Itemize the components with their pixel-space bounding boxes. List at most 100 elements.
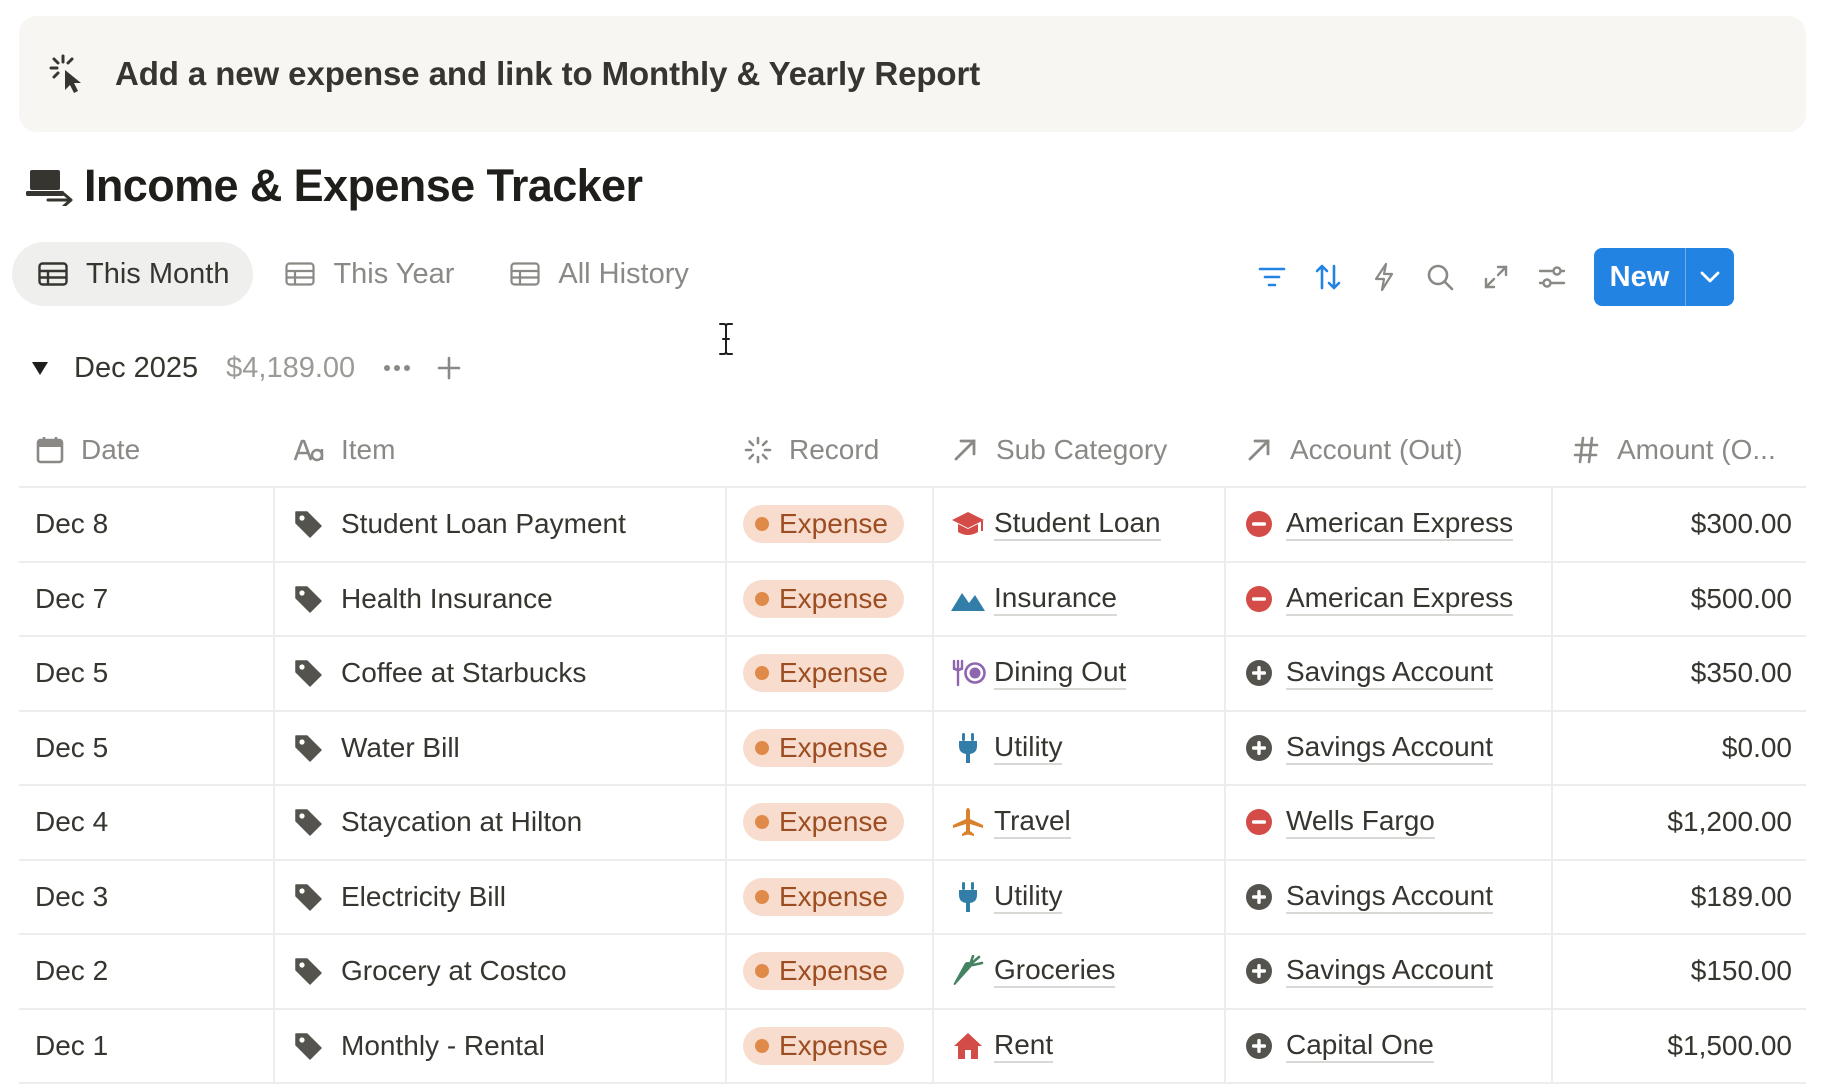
- date-cell[interactable]: Dec 5: [19, 711, 275, 784]
- amount-cell[interactable]: $500.00: [1553, 563, 1806, 636]
- date-cell[interactable]: Dec 7: [19, 562, 275, 635]
- lightning-icon[interactable]: [1356, 249, 1412, 305]
- sub-category-cell[interactable]: Rent: [934, 1009, 1226, 1082]
- account-cell[interactable]: Savings Account: [1226, 711, 1553, 784]
- account-link[interactable]: Savings Account: [1286, 880, 1494, 914]
- table-row[interactable]: Dec 3 Electricity Bill Expense Utility S…: [19, 860, 1806, 935]
- sub-category-link[interactable]: Student Loan: [994, 507, 1161, 542]
- amount-cell[interactable]: $350.00: [1553, 637, 1806, 710]
- item-cell[interactable]: Coffee at Starbucks: [275, 637, 727, 710]
- amount-cell[interactable]: $1,200.00: [1553, 786, 1806, 859]
- date-cell[interactable]: Dec 1: [19, 1009, 275, 1082]
- status-dot: [755, 889, 769, 904]
- account-link[interactable]: Savings Account: [1286, 731, 1494, 765]
- account-cell[interactable]: Capital One: [1226, 1009, 1553, 1082]
- date-cell[interactable]: Dec 5: [19, 637, 275, 710]
- column-header-item[interactable]: Item: [275, 414, 727, 486]
- account-link[interactable]: Savings Account: [1286, 656, 1494, 691]
- amount-cell[interactable]: $300.00: [1553, 488, 1806, 561]
- filter-icon[interactable]: [1244, 249, 1300, 305]
- column-header-record[interactable]: Record: [727, 414, 934, 486]
- table-row[interactable]: Dec 8 Student Loan Payment Expense Stude…: [19, 488, 1806, 563]
- tab-this-month[interactable]: This Month: [12, 242, 254, 306]
- more-options-icon[interactable]: [381, 352, 413, 384]
- column-header-sub-category[interactable]: Sub Category: [934, 414, 1226, 486]
- sub-category-cell[interactable]: Groceries: [934, 935, 1226, 1008]
- callout-banner[interactable]: Add a new expense and link to Monthly & …: [19, 16, 1806, 132]
- table-row[interactable]: Dec 5 Coffee at Starbucks Expense Dining…: [19, 637, 1806, 712]
- sub-category-link[interactable]: Utility: [994, 880, 1063, 914]
- account-link[interactable]: American Express: [1286, 507, 1514, 542]
- record-cell[interactable]: Expense: [727, 935, 934, 1008]
- account-cell[interactable]: American Express: [1226, 562, 1553, 635]
- sub-category-cell[interactable]: Student Loan: [934, 488, 1226, 561]
- amount-cell[interactable]: $189.00: [1553, 861, 1806, 934]
- account-link[interactable]: Capital One: [1286, 1029, 1434, 1063]
- amount-cell[interactable]: $150.00: [1553, 935, 1806, 1008]
- account-cell[interactable]: American Express: [1226, 488, 1553, 561]
- item-cell[interactable]: Electricity Bill: [275, 860, 727, 933]
- status-dot: [755, 517, 769, 532]
- record-cell[interactable]: Expense: [727, 637, 934, 710]
- amount-cell[interactable]: $1,500.00: [1553, 1010, 1806, 1083]
- sub-category-link[interactable]: Insurance: [994, 582, 1117, 616]
- sub-category-cell[interactable]: Dining Out: [934, 637, 1226, 710]
- record-cell[interactable]: Expense: [727, 562, 934, 635]
- search-icon[interactable]: [1412, 249, 1468, 305]
- account-link[interactable]: American Express: [1286, 582, 1514, 616]
- date-cell[interactable]: Dec 2: [19, 935, 275, 1008]
- record-cell[interactable]: Expense: [727, 786, 934, 859]
- item-cell[interactable]: Monthly - Rental: [275, 1009, 727, 1082]
- sub-category-link[interactable]: Utility: [994, 731, 1063, 765]
- carrot-icon: [950, 954, 986, 988]
- sub-category-cell[interactable]: Insurance: [934, 562, 1226, 635]
- item-cell[interactable]: Health Insurance: [275, 562, 727, 635]
- tab-all-history[interactable]: All History: [484, 242, 713, 306]
- account-link[interactable]: Wells Fargo: [1286, 805, 1435, 840]
- date-cell[interactable]: Dec 8: [19, 488, 275, 561]
- sort-icon[interactable]: [1300, 249, 1356, 305]
- tab-this-year[interactable]: This Year: [259, 242, 478, 306]
- column-header-date[interactable]: Date: [19, 414, 275, 486]
- account-cell[interactable]: Savings Account: [1226, 860, 1553, 933]
- amount-cell[interactable]: $0.00: [1553, 712, 1806, 785]
- sub-category-cell[interactable]: Travel: [934, 786, 1226, 859]
- item-cell[interactable]: Staycation at Hilton: [275, 786, 727, 859]
- sub-category-cell[interactable]: Utility: [934, 711, 1226, 784]
- settings-sliders-icon[interactable]: [1524, 249, 1580, 305]
- status-dot: [755, 964, 769, 979]
- sub-category-link[interactable]: Rent: [994, 1029, 1054, 1063]
- account-link[interactable]: Savings Account: [1286, 954, 1494, 989]
- collapse-triangle-icon[interactable]: [30, 358, 50, 378]
- table-row[interactable]: Dec 4 Staycation at Hilton Expense Trave…: [19, 786, 1806, 861]
- column-header-account[interactable]: Account (Out): [1226, 414, 1553, 486]
- table-row[interactable]: Dec 2 Grocery at Costco Expense Grocerie…: [19, 935, 1806, 1010]
- table-row[interactable]: Dec 1 Monthly - Rental Expense Rent Capi…: [19, 1009, 1806, 1084]
- add-icon[interactable]: [435, 354, 463, 382]
- record-cell[interactable]: Expense: [727, 711, 934, 784]
- status-dot: [755, 1038, 769, 1053]
- item-cell[interactable]: Grocery at Costco: [275, 935, 727, 1008]
- sub-category-link[interactable]: Travel: [994, 805, 1071, 840]
- sub-category-link[interactable]: Groceries: [994, 954, 1116, 989]
- table-header-row: Date Item Record Sub Category Account (O…: [19, 414, 1806, 488]
- table-row[interactable]: Dec 5 Water Bill Expense Utility Savings…: [19, 711, 1806, 786]
- item-cell[interactable]: Student Loan Payment: [275, 488, 727, 561]
- date-cell[interactable]: Dec 4: [19, 786, 275, 859]
- date-cell[interactable]: Dec 3: [19, 860, 275, 933]
- status-label: Expense: [779, 508, 888, 540]
- record-cell[interactable]: Expense: [727, 488, 934, 561]
- account-cell[interactable]: Savings Account: [1226, 637, 1553, 710]
- record-cell[interactable]: Expense: [727, 860, 934, 933]
- chevron-down-icon[interactable]: [1686, 248, 1734, 306]
- account-cell[interactable]: Wells Fargo: [1226, 786, 1553, 859]
- account-cell[interactable]: Savings Account: [1226, 935, 1553, 1008]
- table-row[interactable]: Dec 7 Health Insurance Expense Insurance…: [19, 562, 1806, 637]
- record-cell[interactable]: Expense: [727, 1009, 934, 1082]
- item-cell[interactable]: Water Bill: [275, 711, 727, 784]
- expand-icon[interactable]: [1468, 249, 1524, 305]
- sub-category-cell[interactable]: Utility: [934, 860, 1226, 933]
- sub-category-link[interactable]: Dining Out: [994, 656, 1127, 691]
- column-header-amount[interactable]: Amount (O...: [1553, 414, 1806, 486]
- new-button[interactable]: New: [1594, 248, 1734, 306]
